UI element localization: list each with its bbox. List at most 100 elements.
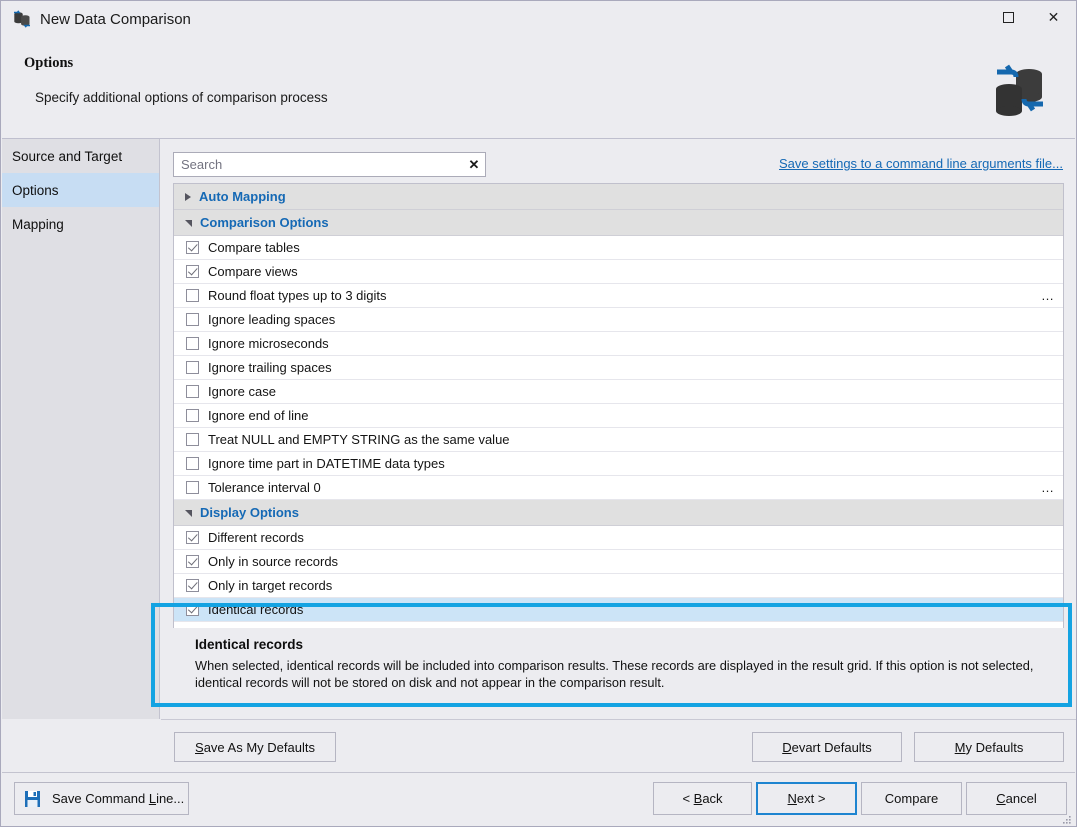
option-row[interactable]: Treat NULL and EMPTY STRING as the same … [174, 428, 1063, 452]
clear-search-icon[interactable]: ✕ [463, 153, 485, 176]
label-rest: ancel [1005, 791, 1037, 806]
maximize-icon [1003, 11, 1014, 23]
sidebar-item-label: Options [12, 182, 59, 198]
option-row[interactable]: Only in source records [174, 550, 1063, 574]
mnemonic: C [996, 791, 1006, 806]
option-row[interactable]: Only in target records [174, 574, 1063, 598]
option-ellipsis-button[interactable]: … [1041, 284, 1055, 307]
checkbox[interactable] [186, 457, 199, 470]
group-header-comparison-options[interactable]: Comparison Options [174, 210, 1063, 236]
option-label: Compare tables [208, 240, 300, 255]
option-label: Ignore trailing spaces [208, 360, 332, 375]
checkbox[interactable] [186, 481, 199, 494]
wizard-sidebar: Source and Target Options Mapping [2, 139, 160, 719]
sidebar-item-mapping[interactable]: Mapping [2, 207, 159, 241]
checkbox[interactable] [186, 337, 199, 350]
checkbox[interactable] [186, 433, 199, 446]
floppy-disk-icon [24, 790, 41, 808]
back-button[interactable]: < Back [653, 782, 752, 815]
option-row[interactable]: Ignore case [174, 380, 1063, 404]
option-label: Compare views [208, 264, 298, 279]
mnemonic: D [782, 739, 792, 755]
page-subtitle: Specify additional options of comparison… [35, 90, 328, 105]
chevron-down-icon [185, 510, 192, 517]
checkbox[interactable] [186, 313, 199, 326]
group-header-display-options[interactable]: Display Options [174, 500, 1063, 526]
checkbox[interactable] [186, 361, 199, 374]
mnemonic: L [148, 791, 157, 806]
checkbox[interactable] [186, 409, 199, 422]
search-row: ✕ Save settings to a command line argume… [173, 152, 1063, 178]
label-rest: evart Defaults [791, 739, 872, 755]
title-bar: New Data Comparison ✕ [1, 1, 1076, 37]
search-box[interactable]: ✕ [173, 152, 486, 177]
checkbox[interactable] [186, 579, 199, 592]
option-label: Only in target records [208, 578, 333, 593]
option-row[interactable]: Compare views [174, 260, 1063, 284]
label-pre: < [682, 791, 694, 806]
option-ellipsis-button[interactable]: … [1041, 476, 1055, 499]
checkbox[interactable] [186, 265, 199, 278]
search-input[interactable] [174, 156, 463, 173]
mnemonic: N [787, 791, 797, 806]
option-row[interactable]: Ignore trailing spaces [174, 356, 1063, 380]
save-settings-command-line-link[interactable]: Save settings to a command line argument… [779, 156, 1063, 171]
option-label: Round float types up to 3 digits [208, 288, 387, 303]
cancel-button[interactable]: Cancel [966, 782, 1067, 815]
compare-button[interactable]: Compare [861, 782, 962, 815]
option-row[interactable]: Different records [174, 526, 1063, 550]
option-row[interactable]: Tolerance interval 0… [174, 476, 1063, 500]
group-header-label: Auto Mapping [199, 189, 286, 204]
label-rest: Compare [884, 791, 939, 806]
label-pre: Save Command [52, 791, 149, 806]
option-row[interactable]: Ignore microseconds [174, 332, 1063, 356]
option-label: Different records [208, 530, 304, 545]
option-row[interactable]: Compare tables [174, 236, 1063, 260]
page-title: Options [24, 55, 74, 71]
option-label: Identical records [208, 602, 304, 617]
group-header-label: Display Options [200, 505, 299, 520]
new-data-comparison-dialog: New Data Comparison ✕ Options Specify ad… [0, 0, 1077, 827]
window-title: New Data Comparison [40, 10, 191, 28]
checkbox[interactable] [186, 385, 199, 398]
label-rest: ext > [796, 791, 826, 806]
options-panel: ✕ Save settings to a command line argume… [161, 139, 1076, 719]
option-label: Ignore case [208, 384, 276, 399]
option-row[interactable]: Identical records [174, 598, 1063, 622]
checkbox[interactable] [186, 241, 199, 254]
group-header-auto-mapping[interactable]: Auto Mapping [174, 184, 1063, 210]
option-label: Ignore end of line [208, 408, 309, 423]
sidebar-item-label: Source and Target [12, 148, 123, 164]
maximize-button[interactable] [986, 1, 1031, 33]
sidebar-item-label: Mapping [12, 216, 64, 232]
option-description-panel: Identical records When selected, identic… [173, 628, 1064, 705]
checkbox[interactable] [186, 603, 199, 616]
dialog-footer: Save Command Line... < Back Next > Compa… [2, 772, 1075, 825]
option-row[interactable]: Ignore leading spaces [174, 308, 1063, 332]
chevron-right-icon [185, 192, 191, 201]
sidebar-item-source-and-target[interactable]: Source and Target [2, 139, 159, 173]
checkbox[interactable] [186, 555, 199, 568]
description-body: When selected, identical records will be… [195, 658, 1034, 690]
resize-grip-icon[interactable] [1061, 812, 1072, 824]
checkbox[interactable] [186, 531, 199, 544]
option-row[interactable]: Ignore time part in DATETIME data types [174, 452, 1063, 476]
close-button[interactable]: ✕ [1031, 1, 1076, 33]
option-row[interactable]: Round float types up to 3 digits … [174, 284, 1063, 308]
label-rest: ine... [156, 791, 185, 806]
label-rest: y Defaults [965, 739, 1024, 755]
option-label: Ignore microseconds [208, 336, 329, 351]
option-row[interactable]: Ignore end of line [174, 404, 1063, 428]
save-command-line-button[interactable]: Save Command Line... [14, 782, 189, 815]
save-as-my-defaults-button[interactable]: Save As My Defaults [174, 732, 336, 762]
sidebar-item-options[interactable]: Options [2, 173, 159, 207]
next-button[interactable]: Next > [756, 782, 857, 815]
option-label: Treat NULL and EMPTY STRING as the same … [208, 432, 510, 447]
checkbox[interactable] [186, 289, 199, 302]
my-defaults-button[interactable]: My Defaults [914, 732, 1064, 762]
window-controls: ✕ [986, 1, 1076, 33]
description-title: Identical records [195, 637, 304, 652]
defaults-button-row: Save As My Defaults Devart Defaults My D… [161, 719, 1076, 773]
devart-defaults-button[interactable]: Devart Defaults [752, 732, 902, 762]
label-rest: ave As My Defaults [203, 739, 315, 755]
